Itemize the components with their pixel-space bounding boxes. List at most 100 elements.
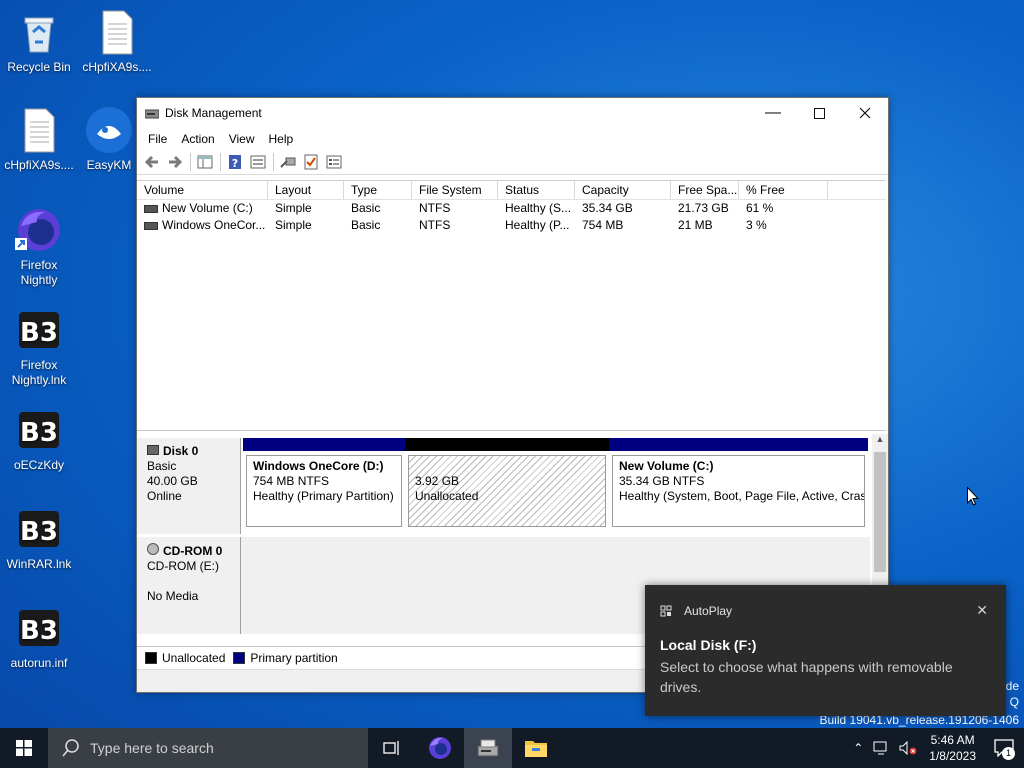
recycle-bin-icon xyxy=(15,8,63,56)
start-button[interactable] xyxy=(0,728,48,768)
connect-icon[interactable] xyxy=(277,152,299,172)
column-header-capacity[interactable]: Capacity xyxy=(575,181,671,199)
partition-unallocated[interactable]: 3.92 GB Unallocated xyxy=(405,438,609,530)
column-header-layout[interactable]: Layout xyxy=(268,181,344,199)
desktop-icon-firefox-nightly-lnk[interactable]: B3 Firefox Nightly.lnk xyxy=(1,306,77,388)
volume-name-cell: New Volume (C:) xyxy=(137,200,268,217)
desktop-icon-oeczkdy[interactable]: B3 oECzKdy xyxy=(1,406,77,473)
desktop-icon-autorun-inf[interactable]: B3 autorun.inf xyxy=(1,604,77,671)
b3-app-icon: B3 xyxy=(15,505,63,553)
desktop-icon-document-2[interactable]: cHpfiXA9s.... xyxy=(1,106,77,173)
minimize-button[interactable]: — xyxy=(750,98,796,128)
partition-size: 754 MB NTFS xyxy=(253,474,330,488)
desktop-icon-label: cHpfiXA9s.... xyxy=(4,158,74,172)
partition-body: New Volume (C:) 35.34 GB NTFS Healthy (S… xyxy=(612,455,865,527)
cdrom-icon xyxy=(147,543,159,555)
taskbar-file-explorer-button[interactable] xyxy=(512,728,560,768)
network-icon[interactable] xyxy=(873,741,891,755)
disk-0-row[interactable]: Disk 0 Basic 40.00 GB Online Windows One… xyxy=(137,438,870,534)
mouse-cursor-icon xyxy=(967,487,979,506)
back-arrow-icon[interactable] xyxy=(141,152,163,172)
action-center-button[interactable]: 1 xyxy=(984,728,1024,768)
maximize-button[interactable] xyxy=(796,98,842,128)
task-view-button[interactable] xyxy=(368,728,416,768)
properties-icon[interactable] xyxy=(247,152,269,172)
desktop-icon-label: EasyKM xyxy=(86,158,132,172)
notification-count-badge: 1 xyxy=(1002,747,1015,760)
menu-file[interactable]: File xyxy=(141,132,174,146)
status-cell: Healthy (P... xyxy=(505,218,570,232)
search-box[interactable]: Type here to search xyxy=(48,728,368,768)
close-button[interactable] xyxy=(842,98,888,128)
partition-size: 3.92 GB xyxy=(415,474,460,488)
partition-new-volume-c[interactable]: New Volume (C:) 35.34 GB NTFS Healthy (S… xyxy=(609,438,868,530)
free-space-cell: 21.73 GB xyxy=(678,201,729,215)
chevron-up-icon[interactable]: ⌃ xyxy=(847,741,869,755)
column-header-volume[interactable]: Volume xyxy=(137,181,268,199)
autoplay-notification[interactable]: AutoPlay ✕ Local Disk (F:) Select to cho… xyxy=(645,585,1006,716)
unallocated-bar xyxy=(405,438,609,451)
table-row[interactable]: New Volume (C:) Simple Basic NTFS Health… xyxy=(137,200,886,217)
primary-partition-swatch xyxy=(233,651,246,664)
uc-browser-icon xyxy=(85,106,133,154)
svg-text:B3: B3 xyxy=(20,418,58,448)
scroll-up-arrow-icon[interactable]: ▲ xyxy=(872,434,888,444)
notification-close-icon[interactable]: ✕ xyxy=(976,602,988,619)
menu-action[interactable]: Action xyxy=(174,132,221,146)
layout-cell: Simple xyxy=(275,218,312,232)
free-space-cell: 21 MB xyxy=(678,218,713,232)
help-icon[interactable]: ? xyxy=(224,152,246,172)
menu-view[interactable]: View xyxy=(222,132,262,146)
type-cell: Basic xyxy=(351,201,381,215)
file-system-cell: NTFS xyxy=(419,201,451,215)
clock-time: 5:46 AM xyxy=(930,733,975,747)
disk-size: 40.00 GB xyxy=(147,474,198,488)
partition-windows-onecore[interactable]: Windows OneCore (D:) 754 MB NTFS Healthy… xyxy=(243,438,405,530)
drive-icon xyxy=(144,221,158,230)
title-bar[interactable]: Disk Management — xyxy=(137,98,888,128)
disk-0-label[interactable]: Disk 0 Basic 40.00 GB Online xyxy=(137,438,241,534)
column-header-file-system[interactable]: File System xyxy=(412,181,498,199)
console-tree-icon[interactable] xyxy=(194,152,216,172)
notification-title: Local Disk (F:) xyxy=(660,637,757,653)
table-row[interactable]: Windows OneCor... Simple Basic NTFS Heal… xyxy=(137,217,886,234)
svg-text:B3: B3 xyxy=(20,616,58,646)
primary-partition-bar xyxy=(609,438,868,451)
scrollbar-thumb[interactable] xyxy=(874,452,886,572)
firefox-nightly-icon xyxy=(15,206,63,254)
forward-arrow-icon[interactable] xyxy=(164,152,186,172)
column-header-status[interactable]: Status xyxy=(498,181,575,199)
hard-disk-icon xyxy=(147,445,159,455)
menu-help[interactable]: Help xyxy=(262,132,301,146)
column-header-free-space[interactable]: Free Spa... xyxy=(671,181,739,199)
column-header-percent-free[interactable]: % Free xyxy=(739,181,828,199)
desktop-icon-firefox-nightly[interactable]: Firefox Nightly xyxy=(1,206,77,288)
svg-text:?: ? xyxy=(232,157,238,170)
type-cell: Basic xyxy=(351,218,381,232)
clock[interactable]: 5:46 AM 1/8/2023 xyxy=(921,732,984,764)
disk-type: Basic xyxy=(147,459,177,473)
disk-management-icon xyxy=(144,107,160,119)
toolbar: ? xyxy=(137,150,888,175)
desktop-icon-easykm[interactable]: EasyKM xyxy=(79,106,139,173)
checklist-icon[interactable] xyxy=(300,152,322,172)
windows-logo-icon xyxy=(16,740,32,756)
desktop-icon-recycle-bin[interactable]: Recycle Bin xyxy=(1,8,77,75)
disk-state: Online xyxy=(147,489,182,503)
svg-text:B3: B3 xyxy=(20,318,58,348)
taskbar-disk-management-button[interactable] xyxy=(464,728,512,768)
toolbar-separator xyxy=(220,153,221,171)
taskbar-firefox-button[interactable] xyxy=(416,728,464,768)
autoplay-icon xyxy=(660,605,672,617)
column-header-type[interactable]: Type xyxy=(344,181,412,199)
desktop-icon-winrar-lnk[interactable]: B3 WinRAR.lnk xyxy=(1,505,77,572)
capacity-cell: 754 MB xyxy=(582,218,624,232)
toolbar-separator xyxy=(190,153,191,171)
desktop-icon-label: Firefox Nightly xyxy=(20,258,58,287)
svg-text:B3: B3 xyxy=(20,517,58,547)
list-view-icon[interactable] xyxy=(323,152,345,172)
volume-muted-icon[interactable] xyxy=(899,741,917,755)
document-icon xyxy=(15,106,63,154)
desktop-icon-document-1[interactable]: cHpfiXA9s.... xyxy=(79,8,155,75)
cdrom-0-label[interactable]: CD-ROM 0 CD-ROM (E:) No Media xyxy=(137,537,241,634)
